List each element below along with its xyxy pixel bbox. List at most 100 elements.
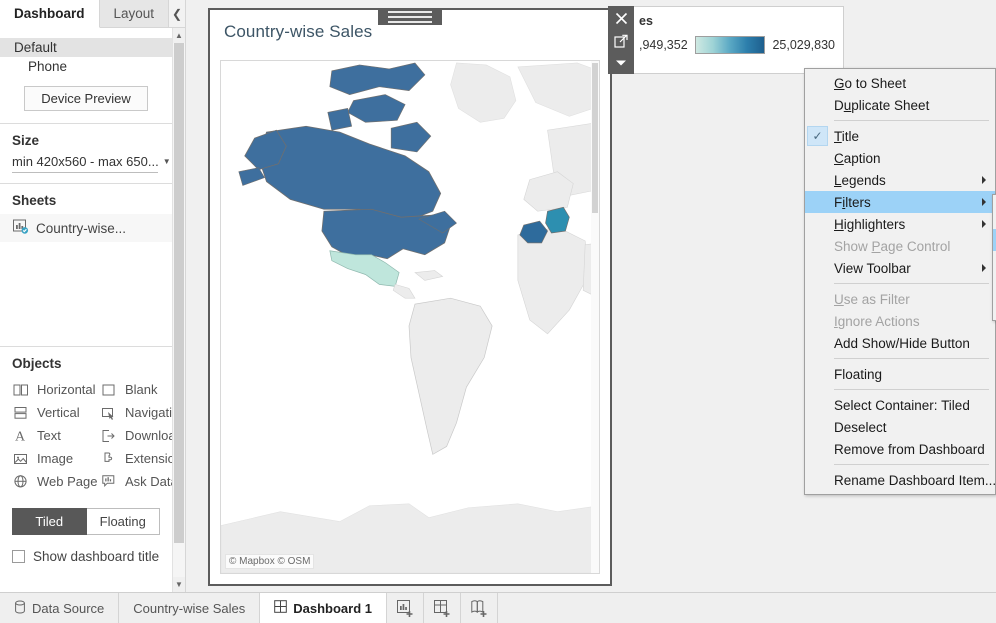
device-item-default[interactable]: Default xyxy=(0,38,172,57)
menu-label: Go to Sheet xyxy=(834,75,907,91)
chevron-up-icon[interactable]: ▲ xyxy=(173,28,185,43)
menu-item-ignore-actions: Ignore Actions xyxy=(805,310,995,332)
object-vertical[interactable]: Vertical xyxy=(12,402,100,423)
panel-drag-handle[interactable] xyxy=(378,8,442,25)
sheet-item-country-wise[interactable]: Country-wise... xyxy=(0,214,172,242)
text-a-icon: A xyxy=(12,427,29,444)
open-external-icon[interactable] xyxy=(609,30,633,51)
menu-separator xyxy=(834,389,989,390)
menu-item-view-toolbar[interactable]: View Toolbar xyxy=(805,257,995,279)
chevron-down-icon[interactable]: ▼ xyxy=(173,577,185,592)
new-worksheet-icon xyxy=(396,599,413,617)
bar-chart-sheet-icon xyxy=(12,218,29,238)
menu-label: Add Show/Hide Button xyxy=(834,335,970,351)
ask-data-icon xyxy=(100,473,117,490)
menu-item-title[interactable]: ✓ Title xyxy=(805,125,995,147)
menu-item-caption[interactable]: Caption xyxy=(805,147,995,169)
sidebar-scrollbar[interactable]: ▲ ▼ xyxy=(172,28,185,592)
sidebar-content: Default Phone Device Preview Size min 42… xyxy=(0,28,172,592)
map-attribution: © Mapbox © OSM xyxy=(225,554,315,569)
more-dropdown-icon[interactable] xyxy=(609,53,633,74)
device-preview-wrap: Device Preview xyxy=(0,76,172,123)
tab-dashboard[interactable]: Dashboard xyxy=(0,0,100,28)
object-image[interactable]: Image xyxy=(12,448,100,469)
horizontal-container-icon xyxy=(12,381,29,398)
menu-label: Floating xyxy=(834,366,883,382)
object-ask-data-label: Ask Data xyxy=(125,474,172,489)
new-story-button[interactable] xyxy=(461,593,499,623)
menu-item-select-container[interactable]: Select Container: Tiled xyxy=(805,394,995,416)
device-preview-button[interactable]: Device Preview xyxy=(24,86,148,111)
object-extension[interactable]: Extension xyxy=(100,448,172,469)
menu-label: Ignore Actions xyxy=(834,313,920,329)
object-download[interactable]: Download xyxy=(100,425,172,446)
legend-min-value: ,949,352 xyxy=(639,38,688,52)
menu-item-legends[interactable]: Legends xyxy=(805,169,995,191)
object-ask-data[interactable]: Ask Data xyxy=(100,471,172,492)
map-vertical-scrollbar[interactable] xyxy=(591,61,599,573)
dashboard-sidebar: Dashboard Layout ❮ ▲ ▼ Default Phone Dev… xyxy=(0,0,186,592)
menu-label: Caption xyxy=(834,150,881,166)
object-blank[interactable]: Blank xyxy=(100,379,172,400)
map-view[interactable]: © Mapbox © OSM xyxy=(220,60,600,574)
device-item-phone[interactable]: Phone xyxy=(0,57,172,76)
menu-label: Filters xyxy=(834,194,871,210)
device-list: Default Phone xyxy=(0,28,172,76)
tab-layout[interactable]: Layout xyxy=(99,0,170,27)
menu-item-add-show-hide-button[interactable]: Add Show/Hide Button xyxy=(805,332,995,354)
show-dashboard-title-row[interactable]: Show dashboard title xyxy=(0,535,172,564)
menu-label: Highlighters xyxy=(834,216,906,232)
checkmark-icon: ✓ xyxy=(807,126,828,146)
new-dashboard-button[interactable] xyxy=(424,593,462,623)
status-data-source-label: Data Source xyxy=(32,600,105,616)
object-navigation[interactable]: Navigation xyxy=(100,402,172,423)
image-icon xyxy=(12,450,29,467)
status-sheet-country-wise-sales[interactable]: Country-wise Sales xyxy=(119,593,261,623)
close-icon[interactable] xyxy=(609,8,633,29)
object-download-label: Download xyxy=(125,428,172,443)
status-data-source[interactable]: Data Source xyxy=(0,593,120,623)
object-web-page[interactable]: Web Page xyxy=(12,471,100,492)
submenu-arrow-icon xyxy=(982,198,986,206)
sheet-toolbar-strip xyxy=(608,6,634,74)
dashboard-canvas: Country-wise Sales © Mapbox © OSM es ,94… xyxy=(186,0,996,592)
size-section-title: Size xyxy=(12,133,40,148)
status-dashboard-1[interactable]: Dashboard 1 xyxy=(260,593,388,623)
show-dashboard-title-checkbox[interactable] xyxy=(12,550,25,563)
toggle-tiled[interactable]: Tiled xyxy=(12,508,87,535)
menu-item-go-to-sheet[interactable]: Go to Sheet xyxy=(805,72,995,94)
color-legend[interactable]: es ,949,352 25,029,830 xyxy=(632,6,844,74)
new-worksheet-button[interactable] xyxy=(387,593,425,623)
filters-submenu[interactable]: Disable Auto Update Country Latitude (ge… xyxy=(992,194,996,321)
menu-item-duplicate-sheet[interactable]: Duplicate Sheet xyxy=(805,94,995,116)
object-horizontal[interactable]: Horizontal xyxy=(12,379,100,400)
menu-item-deselect[interactable]: Deselect xyxy=(805,416,995,438)
chevron-left-icon[interactable]: ❮ xyxy=(169,0,185,27)
menu-item-rename-dashboard-item[interactable]: Rename Dashboard Item... xyxy=(805,469,996,491)
size-select[interactable]: min 420x560 - max 650... ▼ xyxy=(12,154,171,173)
object-text-label: Text xyxy=(37,428,61,443)
sheet-item-label: Country-wise... xyxy=(36,220,127,236)
sheet-context-menu[interactable]: Go to Sheet Duplicate Sheet ✓ Title Capt… xyxy=(804,68,996,495)
menu-item-highlighters[interactable]: Highlighters xyxy=(805,213,995,235)
submenu-arrow-icon xyxy=(982,264,986,272)
object-vertical-label: Vertical xyxy=(37,405,80,420)
scrollbar-thumb[interactable] xyxy=(174,43,184,543)
navigation-icon xyxy=(100,404,117,421)
menu-label: Title xyxy=(834,128,860,144)
object-web-page-label: Web Page xyxy=(37,474,98,489)
object-text[interactable]: A Text xyxy=(12,425,100,446)
menu-item-remove-from-dashboard[interactable]: Remove from Dashboard xyxy=(805,438,995,460)
database-icon xyxy=(14,600,26,617)
toggle-floating[interactable]: Floating xyxy=(86,508,160,535)
new-dashboard-icon xyxy=(433,599,450,617)
menu-item-filters[interactable]: Filters xyxy=(805,191,995,213)
map-sheet-panel[interactable]: Country-wise Sales © Mapbox © OSM xyxy=(208,8,612,586)
size-select-value: min 420x560 - max 650... xyxy=(12,154,159,169)
chevron-down-icon[interactable]: ▼ xyxy=(159,157,171,166)
status-bar-spacer xyxy=(498,593,996,623)
menu-item-floating[interactable]: Floating xyxy=(805,363,995,385)
sidebar-tabbar: Dashboard Layout ❮ xyxy=(0,0,185,28)
legend-ramp-row: ,949,352 25,029,830 xyxy=(639,36,835,54)
tiled-floating-toggle: Tiled Floating xyxy=(12,508,160,535)
